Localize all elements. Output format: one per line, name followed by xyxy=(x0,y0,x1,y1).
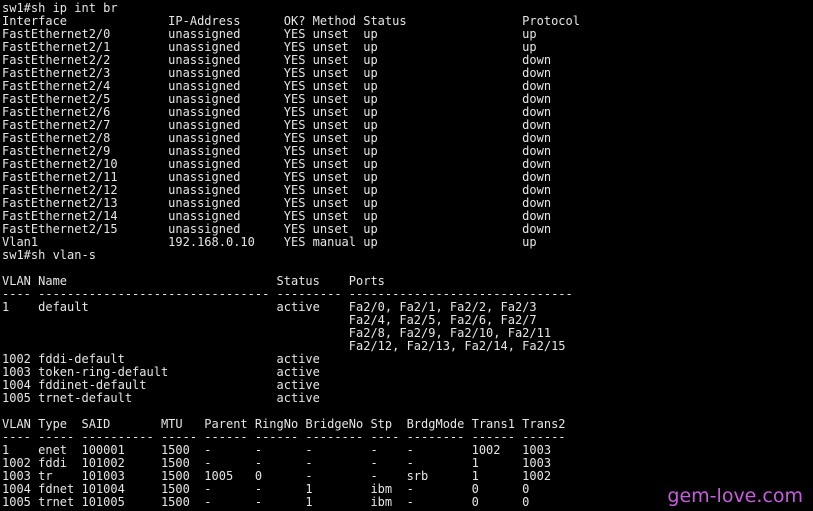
terminal-line: Vlan1 192.168.0.10 YES manual up up xyxy=(2,235,537,249)
terminal-output: sw1#sh ip int br Interface IP-Address OK?… xyxy=(2,2,813,509)
watermark-text: gem-love.com xyxy=(667,485,803,507)
terminal-window[interactable]: sw1#sh ip int br Interface IP-Address OK?… xyxy=(0,0,813,511)
terminal-line: 1005 trnet-default active xyxy=(2,391,320,405)
terminal-line: sw1#sh vlan-s xyxy=(2,248,96,262)
